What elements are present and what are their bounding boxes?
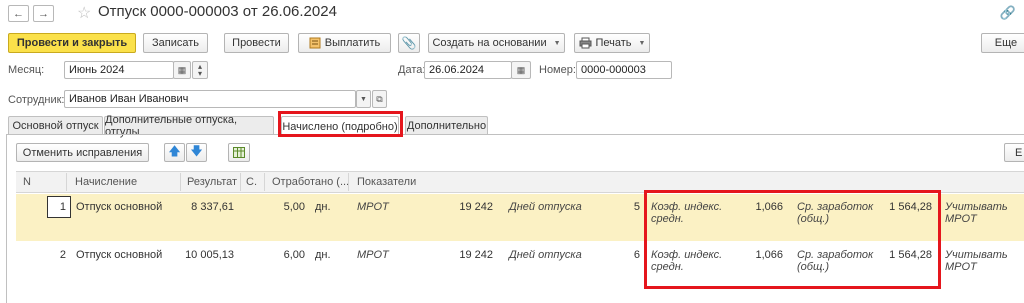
date-field[interactable]: 26.06.2024: [424, 61, 512, 79]
month-stepper[interactable]: ▴ ▾: [192, 61, 208, 79]
arrow-up-icon: 🡅: [168, 144, 181, 158]
indicator-name: Дней отпуска: [509, 249, 582, 261]
table-settings-button[interactable]: [228, 143, 250, 162]
col-n-header[interactable]: N: [23, 176, 31, 188]
dropdown-arrow-icon: ▼: [553, 39, 561, 47]
favorite-star-icon[interactable]: ☆: [77, 3, 91, 23]
post-button[interactable]: Провести: [224, 33, 289, 53]
window-title: Отпуск 0000-000003 от 26.06.2024: [98, 3, 337, 20]
pay-label: Выплатить: [324, 37, 381, 49]
accrual-name: Отпуск основной: [76, 201, 163, 213]
result-value: 8 337,61: [191, 201, 234, 213]
col-separator: [264, 173, 265, 191]
worked-unit: дн.: [315, 201, 331, 213]
row-number: 1: [59, 201, 66, 213]
pay-doc-icon: [309, 37, 321, 49]
tab-label: Основной отпуск: [12, 120, 99, 132]
col-c-header[interactable]: С.: [246, 176, 257, 188]
month-label: Месяц:: [8, 64, 45, 76]
post-label: Провести: [232, 37, 281, 49]
table-more-label: Е: [1015, 146, 1023, 159]
col-worked-header[interactable]: Отработано (...: [272, 176, 349, 188]
indicator-name: МРОТ: [945, 213, 977, 225]
indicator-value: 5: [633, 201, 640, 213]
move-down-button[interactable]: 🡇: [186, 143, 207, 162]
open-form-icon: ⧉: [376, 93, 383, 104]
printer-icon: [579, 37, 591, 49]
indicator-value: 19 242: [459, 249, 493, 261]
employee-dropdown-button[interactable]: ▼: [356, 90, 371, 108]
paperclip-icon: 📎: [401, 36, 417, 50]
col-separator: [240, 173, 241, 191]
col-separator: [180, 173, 181, 191]
more-button[interactable]: Еще: [981, 33, 1024, 53]
move-up-button[interactable]: 🡅: [164, 143, 185, 162]
attach-button[interactable]: 📎: [398, 33, 420, 53]
worked-value: 6,00: [283, 249, 305, 261]
col-separator: [66, 173, 67, 191]
create-based-on-label: Создать на основании: [432, 37, 547, 49]
indicator-name: Учитывать: [945, 249, 1008, 261]
number-field[interactable]: 0000-000003: [576, 61, 672, 79]
col-separator: [348, 173, 349, 191]
tab-label: Дополнительно: [406, 120, 487, 132]
number-label: Номер:: [539, 64, 576, 76]
row-number: 2: [59, 249, 66, 261]
employee-field[interactable]: Иванов Иван Иванович: [64, 90, 356, 108]
col-indicators-header[interactable]: Показатели: [357, 176, 416, 188]
table-grid-icon: [233, 147, 245, 158]
tab-main-vacation[interactable]: Основной отпуск: [8, 116, 103, 135]
post-and-close-button[interactable]: Провести и закрыть: [8, 33, 136, 53]
pay-button[interactable]: Выплатить: [298, 33, 391, 53]
dropdown-arrow-icon: ▼: [638, 39, 646, 47]
worked-unit: дн.: [315, 249, 331, 261]
save-button[interactable]: Записать: [143, 33, 208, 53]
tab-additional[interactable]: Дополнительно: [405, 116, 488, 135]
indicator-name: Учитывать: [945, 201, 1008, 213]
indicator-value: 19 242: [459, 201, 493, 213]
link-icon[interactable]: 🔗: [1000, 5, 1016, 21]
stepper-icon: ▴ ▾: [197, 62, 202, 78]
employee-open-button[interactable]: ⧉: [372, 90, 387, 108]
calendar-icon: ▦: [516, 64, 526, 75]
indicator-name: Дней отпуска: [509, 201, 582, 213]
employee-label: Сотрудник:: [8, 94, 65, 106]
col-accrual-header[interactable]: Начисление: [75, 176, 137, 188]
save-label: Записать: [151, 37, 199, 49]
worked-value: 5,00: [283, 201, 305, 213]
col-result-header[interactable]: Результат: [187, 176, 237, 188]
table-more-button[interactable]: Е: [1004, 143, 1024, 162]
tab-additional-vacations[interactable]: Дополнительные отпуска, отгулы: [104, 114, 274, 138]
indicator-value: 6: [633, 249, 640, 261]
month-field[interactable]: Июнь 2024: [64, 61, 174, 79]
arrow-left-icon: ←: [13, 7, 24, 20]
post-and-close-label: Провести и закрыть: [16, 37, 128, 49]
arrow-right-icon: →: [38, 7, 49, 20]
print-label: Печать: [595, 37, 632, 49]
result-value: 10 005,13: [185, 249, 234, 261]
more-label: Еще: [994, 37, 1018, 49]
cancel-corrections-label: Отменить исправления: [22, 146, 143, 159]
cancel-corrections-button[interactable]: Отменить исправления: [16, 143, 149, 162]
accrual-name: Отпуск основной: [76, 249, 163, 261]
calendar-icon: ▦: [177, 64, 187, 75]
date-label: Дата:: [398, 64, 426, 76]
tab-highlight-frame: [278, 111, 403, 137]
date-calendar-button[interactable]: ▦: [511, 61, 531, 79]
create-based-on-button[interactable]: Создать на основании ▼: [428, 33, 565, 53]
back-button[interactable]: ←: [8, 5, 29, 22]
chevron-down-icon: ▼: [360, 95, 367, 103]
indicator-name: МРОТ: [357, 201, 389, 213]
calendar-button[interactable]: ▦: [173, 61, 191, 79]
indicators-highlight-frame: [644, 190, 941, 289]
indicator-name: МРОТ: [945, 261, 977, 273]
forward-button[interactable]: →: [33, 5, 54, 22]
print-button[interactable]: Печать ▼: [574, 33, 650, 53]
arrow-down-icon: 🡇: [190, 144, 203, 158]
indicator-name: МРОТ: [357, 249, 389, 261]
